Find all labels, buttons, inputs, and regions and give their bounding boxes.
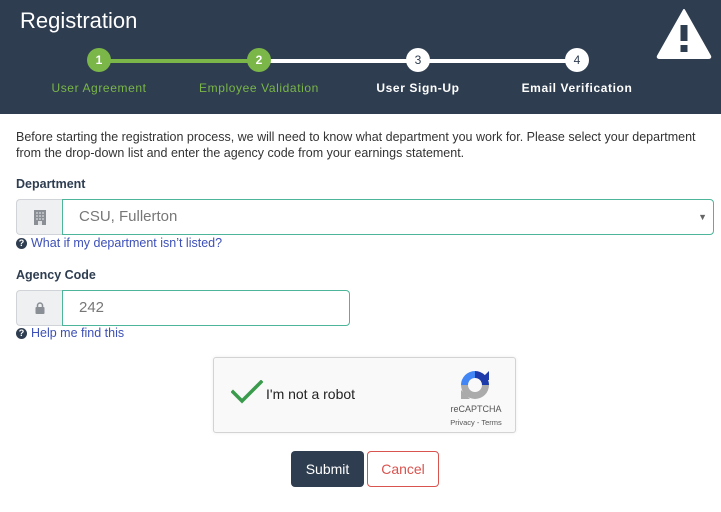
department-selected-value: CSU, Fullerton: [79, 208, 178, 225]
step-number: 4: [565, 48, 589, 72]
department-addon: [16, 199, 62, 235]
agency-code-input[interactable]: 242: [62, 290, 350, 326]
building-icon: [33, 209, 46, 225]
page-title: Registration: [20, 8, 138, 33]
privacy-link[interactable]: Privacy: [450, 418, 475, 427]
cancel-button[interactable]: Cancel: [367, 451, 439, 487]
department-help-text: What if my department isn’t listed?: [31, 236, 223, 250]
agency-code-help-link[interactable]: ? Help me find this: [16, 326, 124, 340]
recaptcha-logo-icon: [461, 371, 489, 399]
lock-icon: [35, 302, 44, 314]
recaptcha-widget: I'm not a robot reCAPTCHA Privacy - Term…: [213, 357, 516, 433]
recaptcha-label: I'm not a robot: [266, 386, 356, 402]
terms-link[interactable]: Terms: [481, 418, 501, 427]
submit-button[interactable]: Submit: [291, 451, 364, 487]
agency-code-label: Agency Code: [16, 268, 96, 282]
chevron-down-icon: ▼: [698, 212, 707, 222]
agency-code-addon: [16, 290, 62, 326]
header: Registration 1 User Agreement 2 Employee…: [0, 0, 721, 114]
intro-text: Before starting the registration process…: [16, 130, 696, 160]
department-help-link[interactable]: ? What if my department isn’t listed?: [16, 236, 222, 250]
department-group: CSU, Fullerton ▼: [16, 199, 714, 235]
step-number: 2: [247, 48, 271, 72]
agency-code-value: 242: [79, 299, 105, 316]
step-email-verification: 4 Email Verification: [477, 48, 677, 95]
step-label: Email Verification: [521, 81, 633, 95]
checkmark-icon[interactable]: [231, 380, 263, 404]
recaptcha-brand: reCAPTCHA: [450, 404, 502, 414]
recaptcha-links: Privacy - Terms: [436, 418, 516, 427]
department-select[interactable]: CSU, Fullerton ▼: [62, 199, 714, 235]
step-number: 1: [87, 48, 111, 72]
agency-code-help-text: Help me find this: [31, 326, 125, 340]
agency-code-group: 242: [16, 290, 350, 326]
step-number: 3: [406, 48, 430, 72]
question-circle-icon: ?: [16, 327, 27, 339]
department-label: Department: [16, 177, 86, 191]
progress-stepper: 1 User Agreement 2 Employee Validation 3…: [0, 48, 721, 108]
question-circle-icon: ?: [16, 237, 27, 249]
